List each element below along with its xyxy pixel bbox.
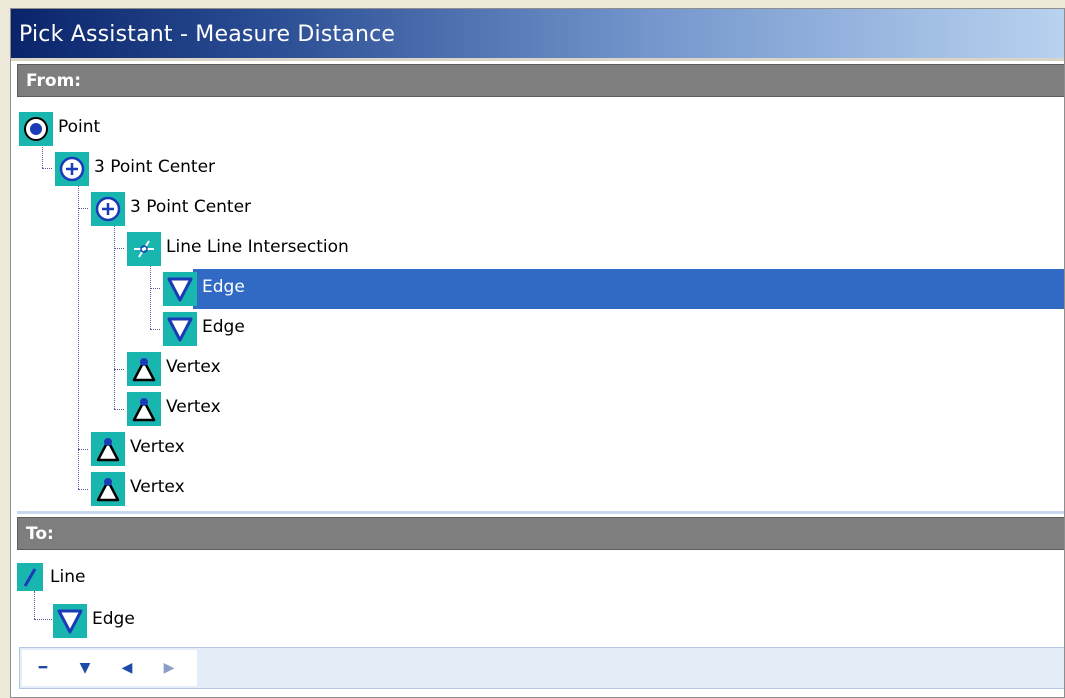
vertex-icon xyxy=(91,432,125,466)
three-point-center-icon xyxy=(91,192,125,226)
navigation-toolbar: ━ ▼ ◀ ▶ xyxy=(19,647,1064,689)
edge-icon xyxy=(53,604,87,638)
to-header-label: To: xyxy=(26,524,54,544)
tree-node-3-point-center[interactable]: 3 Point Center xyxy=(17,149,1064,189)
tree-node-vertex[interactable]: Vertex xyxy=(17,469,1064,509)
tree-node-label: Edge xyxy=(92,609,135,629)
tree-node-label: Line xyxy=(50,567,86,587)
three-point-center-icon xyxy=(55,152,89,186)
chevron-down-icon: ▼ xyxy=(79,660,91,676)
expand-down-button[interactable]: ▼ xyxy=(64,650,106,686)
from-header-label: From: xyxy=(26,71,82,91)
tree-node-label: Vertex xyxy=(166,357,221,377)
vertex-icon xyxy=(127,392,161,426)
tree-node-line-line-intersection[interactable]: Line Line Intersection xyxy=(17,229,1064,269)
navigation-buttons: ━ ▼ ◀ ▶ xyxy=(22,650,197,686)
tree-node-vertex[interactable]: Vertex xyxy=(17,429,1064,469)
window-title: Pick Assistant - Measure Distance xyxy=(19,22,396,47)
line-icon xyxy=(17,563,43,591)
tree-node-label: Vertex xyxy=(166,397,221,417)
title-bar: Pick Assistant - Measure Distance xyxy=(11,9,1064,61)
tree-node-vertex[interactable]: Vertex xyxy=(17,389,1064,429)
tree-node-label: Vertex xyxy=(130,437,185,457)
point-radio-icon xyxy=(19,112,53,146)
chevron-right-icon: ▶ xyxy=(163,660,175,676)
collapse-button[interactable]: ━ xyxy=(22,650,64,686)
tree-node-point[interactable]: Point xyxy=(17,109,1064,149)
tree-node-edge[interactable]: Edge xyxy=(17,309,1064,349)
line-intersection-icon xyxy=(127,232,161,266)
pick-assistant-panel: Pick Assistant - Measure Distance From: … xyxy=(10,8,1065,698)
tree-node-label: Edge xyxy=(199,275,248,299)
edge-icon xyxy=(163,272,197,306)
vertex-icon xyxy=(127,352,161,386)
tree-node-3-point-center[interactable]: 3 Point Center xyxy=(17,189,1064,229)
tree-node-edge-selected[interactable]: Edge xyxy=(17,269,1064,309)
tree-node-line[interactable]: Line xyxy=(17,561,1064,597)
from-section-header: From: xyxy=(17,64,1064,97)
tree-node-label: 3 Point Center xyxy=(94,157,216,177)
tree-node-label: Edge xyxy=(202,317,245,337)
previous-button[interactable]: ◀ xyxy=(106,650,148,686)
next-button[interactable]: ▶ xyxy=(148,650,190,686)
tree-node-label: Point xyxy=(58,117,101,137)
section-divider xyxy=(17,511,1064,514)
chevron-left-icon: ◀ xyxy=(121,660,133,676)
edge-icon xyxy=(163,312,197,346)
tree-node-label: Line Line Intersection xyxy=(166,237,349,257)
tree-node-edge[interactable]: Edge xyxy=(17,601,1064,641)
tree-node-label: 3 Point Center xyxy=(130,197,252,217)
minus-icon: ━ xyxy=(38,660,48,676)
tree-node-vertex[interactable]: Vertex xyxy=(17,349,1064,389)
to-section-header: To: xyxy=(17,517,1064,550)
vertex-icon xyxy=(91,472,125,506)
tree-node-label: Vertex xyxy=(130,477,185,497)
